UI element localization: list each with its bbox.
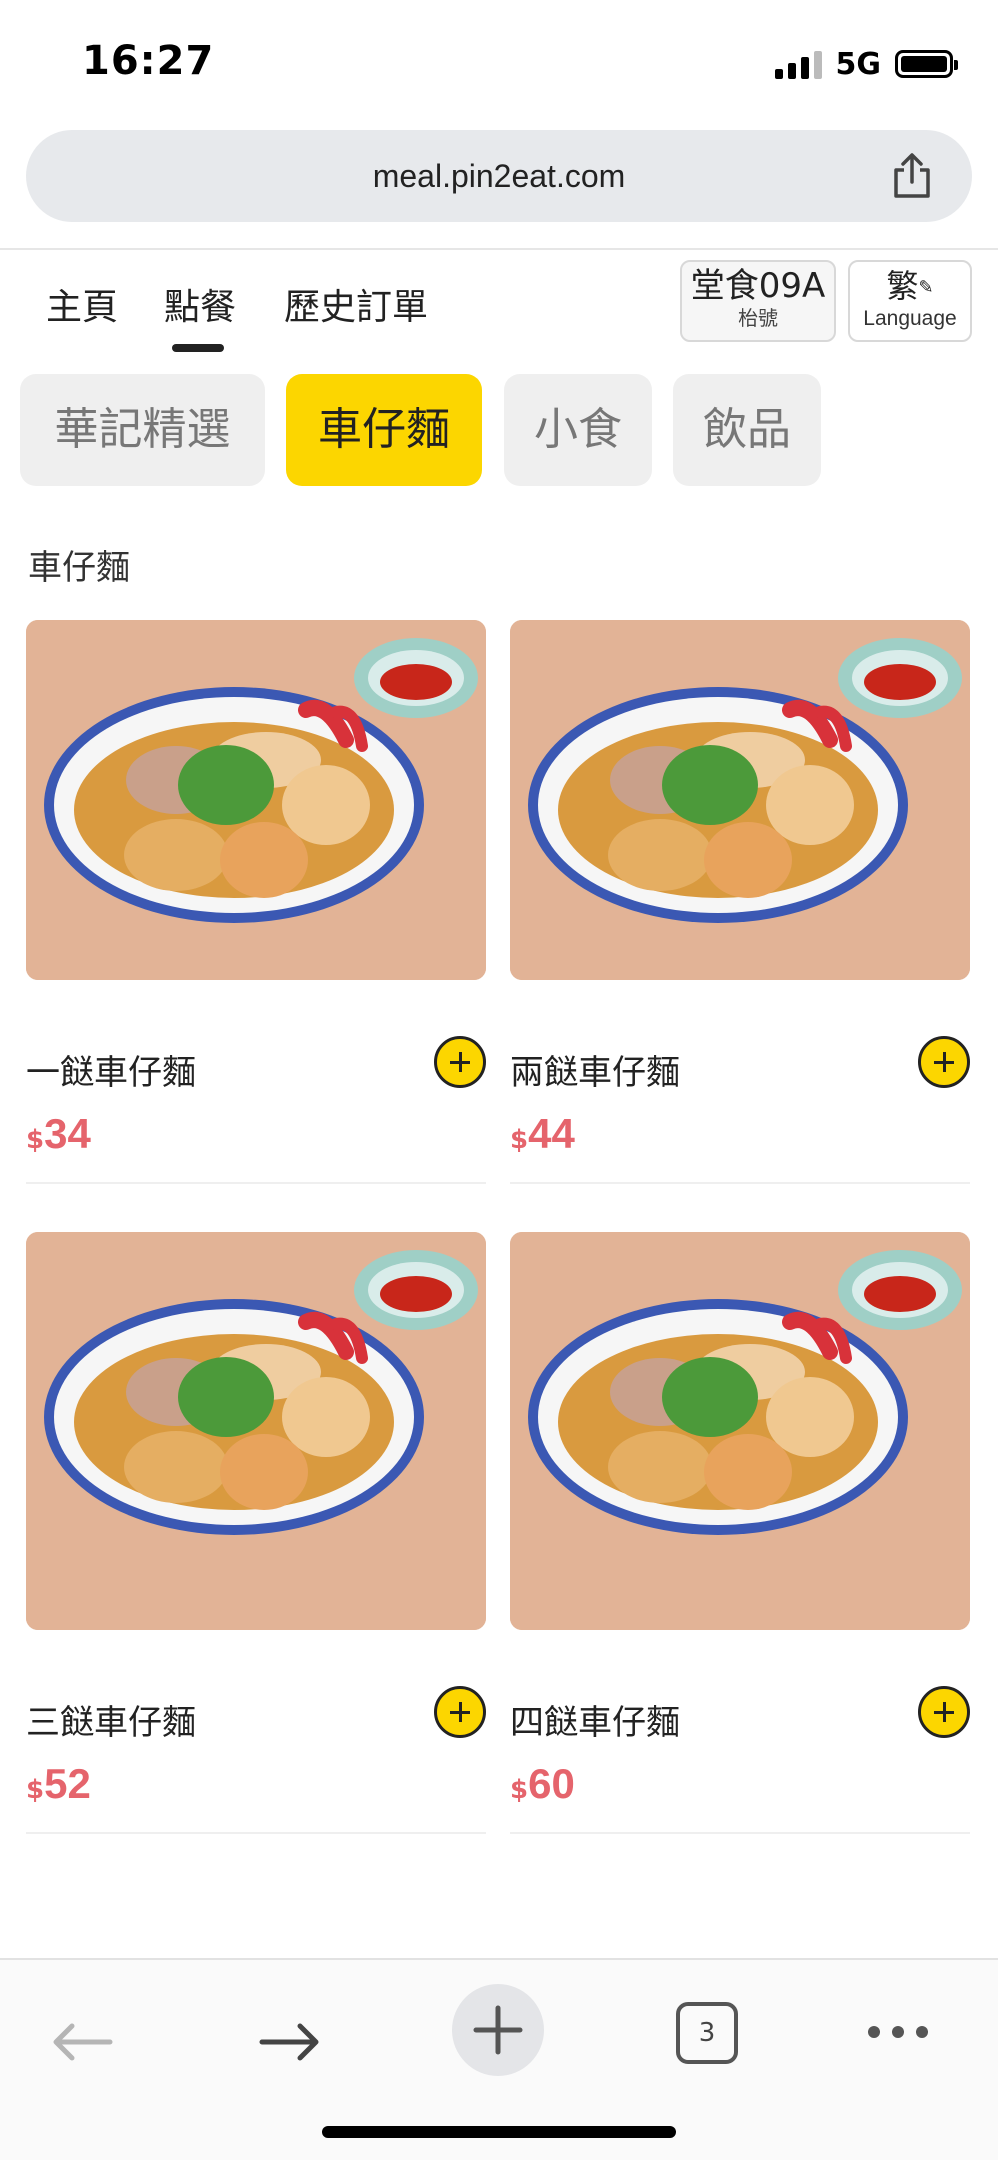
address-bar[interactable]: meal.pin2eat.com [26,130,972,222]
product-price: $52 [26,1760,91,1808]
product-card[interactable]: 四餸車仔麵 $60 [510,1232,970,1840]
add-to-cart-button[interactable] [434,1686,486,1738]
product-name: 三餸車仔麵 [26,1703,196,1743]
share-icon[interactable] [886,150,938,202]
card-divider [26,1182,486,1184]
add-to-cart-button[interactable] [918,1036,970,1088]
card-divider [510,1832,970,1834]
product-image[interactable] [26,620,486,980]
language-button[interactable]: 繁✎ Language [848,260,972,342]
product-name: 四餸車仔麵 [510,1703,680,1743]
plus-icon [473,2005,523,2055]
product-card[interactable]: 三餸車仔麵 $52 [26,1232,486,1840]
status-time: 16:27 [82,38,215,84]
product-price: $34 [26,1110,91,1158]
product-name: 一餸車仔麵 [26,1053,196,1093]
product-name: 兩餸車仔麵 [510,1053,680,1093]
price-currency: $ [510,1775,529,1805]
price-currency: $ [26,1775,45,1805]
tab-count-button[interactable]: 3 [676,2002,738,2064]
new-tab-button[interactable] [452,1984,544,2076]
category-chip-cart-noodle[interactable]: 車仔麵 [286,374,482,486]
tab-home[interactable]: 主頁 [46,278,118,330]
active-tab-indicator [172,344,224,352]
price-amount: 34 [44,1110,91,1157]
arrow-right-icon[interactable] [258,2020,322,2064]
card-divider [26,1832,486,1834]
price-amount: 52 [44,1760,91,1807]
card-divider [510,1182,970,1184]
language-current: 繁 [886,267,919,305]
product-card[interactable]: 一餸車仔麵 $34 [26,620,486,1190]
tab-order[interactable]: 點餐 [164,278,236,330]
tab-order-history[interactable]: 歷史訂單 [284,278,428,330]
pencil-icon: ✎ [918,277,934,298]
product-card[interactable]: 兩餸車仔麵 $44 [510,620,970,1190]
category-chip-drinks[interactable]: 飲品 [673,374,821,486]
network-label: 5G [835,46,882,82]
product-image[interactable] [26,1232,486,1630]
add-to-cart-button[interactable] [434,1036,486,1088]
section-title: 車仔麵 [28,548,130,588]
product-price: $44 [510,1110,575,1158]
price-amount: 60 [528,1760,575,1807]
signal-icon [774,49,822,79]
product-price: $60 [510,1760,575,1808]
price-currency: $ [26,1125,45,1155]
price-currency: $ [510,1125,529,1155]
battery-icon [895,50,958,78]
more-dots-icon[interactable] [866,2024,930,2040]
category-chip-snacks[interactable]: 小食 [504,374,652,486]
product-image[interactable] [510,1232,970,1630]
url-text[interactable]: meal.pin2eat.com [26,130,972,222]
header-divider [0,248,998,250]
arrow-left-icon[interactable] [50,2020,114,2064]
product-image[interactable] [510,620,970,980]
table-label: 枱號 [738,306,778,330]
table-number-badge[interactable]: 堂食09A 枱號 [680,260,836,342]
status-bar: 16:27 5G [0,0,998,120]
status-indicators: 5G [774,44,958,84]
language-label: Language [863,307,957,330]
add-to-cart-button[interactable] [918,1686,970,1738]
table-number: 堂食09A [690,266,826,306]
home-indicator [322,2126,676,2138]
category-chip-featured[interactable]: 華記精選 [20,374,265,486]
price-amount: 44 [528,1110,575,1157]
